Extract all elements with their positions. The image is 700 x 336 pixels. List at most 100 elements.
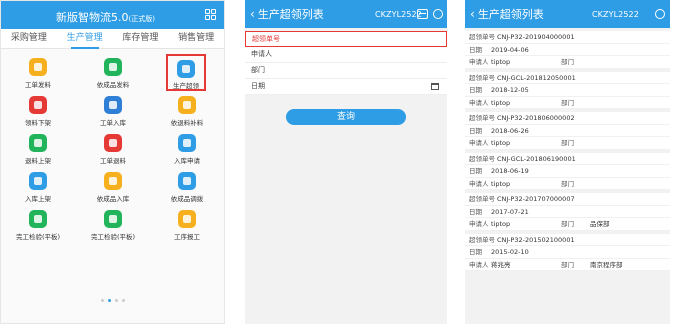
search-header: ‹ 生产超领列表 CKZYL2522 <box>245 0 447 28</box>
inspection-icon <box>104 210 122 228</box>
tab-production[interactable]: 生产管理 <box>57 29 113 49</box>
department-field[interactable]: 部门 <box>245 63 447 79</box>
module-product-inbound[interactable]: 依成品入库 <box>76 172 150 203</box>
module-label: 依退料补料 <box>170 119 204 127</box>
applicant-row: 申请人 tiptop 部门 <box>465 56 670 69</box>
truck-issue-icon <box>104 58 122 76</box>
order-no-row: 超领单号 CNJ-GCL-201812050001 <box>465 72 670 84</box>
order-no-value: CNJ-P32-201502100001 <box>497 235 575 244</box>
module-transfer[interactable]: 依成品调拨 <box>150 172 224 203</box>
date-value: 2019-04-06 <box>491 45 529 54</box>
search-icon[interactable] <box>433 9 443 19</box>
applicant-key: 申请人 <box>469 139 489 147</box>
page-indicator <box>1 287 224 306</box>
calendar-icon[interactable] <box>431 83 439 90</box>
version-badge: (正式版) <box>128 15 155 23</box>
inbound-icon <box>104 96 122 114</box>
dept-key: 部门 <box>561 58 574 66</box>
module-truck-issue[interactable]: 依成品发料 <box>76 58 150 89</box>
module-unshelve[interactable]: 领料下架 <box>1 96 75 127</box>
order-no-row: 超领单号 CNJ-P32-201707000007 <box>465 193 670 206</box>
module-order-return[interactable]: 工单退料 <box>76 134 150 165</box>
module-label: 依成品调拨 <box>170 195 204 203</box>
date-row: 日期 2017-07-21 <box>465 206 670 218</box>
home-screen: 新版智物流5.0(正式版) 采购管理 生产管理 库存管理 销售管理 工单发料依成… <box>0 0 225 324</box>
module-label: 工单入库 <box>100 119 126 127</box>
module-label: 领料下架 <box>25 119 51 127</box>
back-icon[interactable]: ‹ <box>250 8 255 20</box>
search-icon[interactable] <box>655 9 665 19</box>
module-label: 入库上架 <box>25 195 51 203</box>
order-no-value: CNJ-P32-201904000001 <box>497 33 575 41</box>
applicant-key: 申请人 <box>469 220 489 228</box>
module-over-requisition[interactable]: 生产超领 <box>166 54 206 91</box>
module-label: 入库申请 <box>174 157 200 165</box>
inbound-request-icon <box>178 134 196 152</box>
date-value: 2018-06-19 <box>491 167 529 175</box>
record-card[interactable]: 超领单号 CNJ-P32-201502100001 日期 2015-02-10 申请人蒋… <box>465 233 670 271</box>
module-return-shelve[interactable]: 退料上架 <box>1 134 75 165</box>
list-screen: ‹ 生产超领列表 CKZYL2522 超领单号 CNJ-P32-201904000… <box>465 0 670 324</box>
inspection-icon <box>29 210 47 228</box>
module-process-report[interactable]: 工序报工 <box>150 210 224 241</box>
return-shelve-icon <box>29 134 47 152</box>
applicant-row: 申请人 tiptop 部门 <box>465 97 670 109</box>
date-field[interactable]: 日期 <box>245 79 447 95</box>
module-inspection[interactable]: 完工检验(平板) <box>76 210 150 241</box>
app-title-text: 新版智物流5.0 <box>56 11 129 24</box>
tab-inventory[interactable]: 库存管理 <box>113 29 169 48</box>
apps-grid-icon[interactable] <box>205 9 216 20</box>
back-icon[interactable]: ‹ <box>470 8 475 20</box>
record-card[interactable]: 超领单号 CNJ-P32-201904000001 日期 2019-04-06 申请人 t… <box>465 31 670 69</box>
applicant-key: 申请人 <box>469 179 489 188</box>
tab-sales[interactable]: 销售管理 <box>168 29 224 48</box>
order-no-key: 超领单号 <box>469 235 495 244</box>
query-button[interactable]: 查询 <box>286 109 406 125</box>
return-refill-icon <box>178 96 196 114</box>
order-no-key: 超领单号 <box>469 73 495 82</box>
module-shelve[interactable]: 入库上架 <box>1 172 75 203</box>
module-label: 依成品入库 <box>96 195 130 203</box>
dept-key: 部门 <box>561 179 574 188</box>
module-label: 工序报工 <box>174 233 200 241</box>
module-return-refill[interactable]: 依退料补料 <box>150 96 224 127</box>
applicant-value: tiptop <box>491 58 511 66</box>
module-inbound-request[interactable]: 入库申请 <box>150 134 224 165</box>
page-dot[interactable] <box>121 299 125 302</box>
date-row: 日期 2018-06-26 <box>465 125 670 137</box>
list-header: ‹ 生产超领列表 CKZYL2522 <box>465 0 670 28</box>
dept-value: 品保部 <box>590 220 610 228</box>
applicant-value: 蒋兆亮 <box>491 260 511 269</box>
module-inbound[interactable]: 工单入库 <box>76 96 150 127</box>
module-material-issue[interactable]: 工单发料 <box>1 58 75 89</box>
process-report-icon <box>178 210 196 228</box>
page-dot[interactable] <box>114 299 118 302</box>
order-no-value: CNJ-GCL-201806190001 <box>497 154 576 163</box>
record-card[interactable]: 超领单号 CNJ-GCL-201812050001 日期 2018-12-05 申请人 t… <box>465 71 670 109</box>
order-return-icon <box>104 134 122 152</box>
page-dot-active[interactable] <box>107 299 111 302</box>
record-card[interactable]: 超领单号 CNJ-GCL-201806190001 日期 2018-06-19 申请人 t… <box>465 152 670 190</box>
order-no-row: 超领单号 CNJ-P32-201502100001 <box>465 234 670 246</box>
scan-icon[interactable] <box>417 9 428 19</box>
applicant-field[interactable]: 申请人 <box>245 47 447 63</box>
date-key: 日期 <box>469 45 482 54</box>
date-key: 日期 <box>469 86 482 94</box>
module-label: 完工检验(平板) <box>90 233 136 241</box>
over-requisition-icon <box>177 60 195 78</box>
material-issue-icon <box>29 58 47 76</box>
dept-value: 南京程序部 <box>590 260 623 269</box>
record-card[interactable]: 超领单号 CNJ-P32-201806000002 日期 2018-06-26 申请人 t… <box>465 112 670 150</box>
date-row: 日期 2018-12-05 <box>465 84 670 97</box>
date-key: 日期 <box>469 248 482 256</box>
module-inspection[interactable]: 完工检验(平板) <box>1 210 75 241</box>
order-no-field[interactable]: 超领单号 <box>245 31 447 47</box>
order-no-key: 超领单号 <box>469 154 495 163</box>
dept-key: 部门 <box>561 260 574 269</box>
page-dot[interactable] <box>100 299 104 302</box>
unshelve-icon <box>29 96 47 114</box>
record-card[interactable]: 超领单号 CNJ-P32-201707000007 日期 2017-07-21 申请人 t… <box>465 193 670 231</box>
tab-purchase[interactable]: 采购管理 <box>1 29 57 48</box>
module-label: 依成品发料 <box>96 81 130 89</box>
search-screen: ‹ 生产超领列表 CKZYL2522 超领单号 申请人 部门 日期 查询 <box>245 0 447 324</box>
